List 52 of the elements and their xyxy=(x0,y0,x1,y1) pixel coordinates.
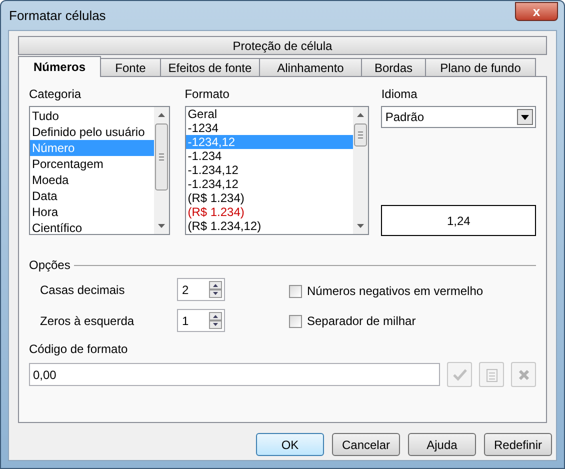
category-item[interactable]: Data xyxy=(30,188,154,204)
spin-label: Casas decimais xyxy=(40,282,126,298)
category-item[interactable]: Científico xyxy=(30,220,154,236)
delete-button[interactable] xyxy=(511,362,536,387)
scrollbar[interactable] xyxy=(154,107,169,234)
checkbox-option[interactable]: Separador de milhar xyxy=(289,312,484,330)
dialog-button[interactable]: OK xyxy=(256,433,324,456)
category-item[interactable]: Tudo xyxy=(30,108,154,124)
spinner-arrows-icon[interactable] xyxy=(209,281,222,298)
format-code-field[interactable]: 0,00 xyxy=(29,363,440,386)
category-item[interactable]: Porcentagem xyxy=(30,156,154,172)
tab[interactable]: Alinhamento xyxy=(260,58,362,77)
spin-field[interactable]: 1 xyxy=(177,309,225,332)
scrollbar[interactable] xyxy=(353,107,368,234)
language-dropdown[interactable]: Padrão xyxy=(381,106,536,128)
format-list[interactable]: Geral -1234 -1234,12 -1.234 -1.234,12 -1.234,12 (R$ 1.234) (R$ 1.234) (R$ 1.234,12) xyxy=(184,106,370,235)
tab[interactable]: Bordas xyxy=(362,58,426,77)
format-item[interactable]: -1234 xyxy=(186,121,354,135)
format-item[interactable]: (R$ 1.234) xyxy=(186,205,354,219)
dialog-button[interactable]: Ajuda xyxy=(408,433,476,456)
tab[interactable]: Plano de fundo xyxy=(426,58,536,77)
category-label: Categoria xyxy=(29,86,82,103)
checkmark-icon xyxy=(452,368,466,380)
spinner-arrows-icon[interactable] xyxy=(209,312,222,329)
preview-box: 1,24 xyxy=(381,205,536,236)
dialog-button[interactable]: Cancelar xyxy=(332,433,400,456)
tab[interactable]: Números xyxy=(18,56,101,77)
options-heading: Opções xyxy=(29,257,70,274)
dialog-button[interactable]: Redefinir xyxy=(484,433,552,456)
format-item[interactable]: Geral xyxy=(186,107,354,121)
format-code-label: Código de formato xyxy=(29,341,129,358)
spin-field[interactable]: 2 xyxy=(177,278,225,301)
category-item[interactable]: Definido pelo usuário xyxy=(30,124,154,140)
format-item[interactable]: -1.234,12 xyxy=(186,163,354,177)
category-item[interactable]: Hora xyxy=(30,204,154,220)
delete-icon xyxy=(518,368,530,380)
category-list[interactable]: Tudo Definido pelo usuário Número Porcentagem Moeda Data Hora Científico xyxy=(29,106,170,235)
language-label: Idioma xyxy=(381,86,418,103)
spin-label: Zeros à esquerda xyxy=(40,312,136,330)
category-item[interactable]: Moeda xyxy=(30,172,154,188)
note-icon xyxy=(486,368,498,382)
close-button[interactable]: x xyxy=(515,2,558,21)
format-item[interactable]: -1.234,12 xyxy=(186,177,354,191)
checkbox-option[interactable]: Números negativos em vermelho xyxy=(289,282,484,300)
format-item[interactable]: (R$ 1.234,12) xyxy=(186,219,354,233)
format-item[interactable]: (R$ 1.234) xyxy=(186,191,354,205)
format-label: Formato xyxy=(184,86,230,103)
format-item[interactable]: -1.234 xyxy=(186,149,354,163)
tab[interactable]: Proteção de célula xyxy=(18,36,547,55)
tab[interactable]: Fonte xyxy=(101,58,161,77)
tab[interactable]: Efeitos de fonte xyxy=(161,58,260,77)
window-title: Formatar células xyxy=(9,6,106,25)
